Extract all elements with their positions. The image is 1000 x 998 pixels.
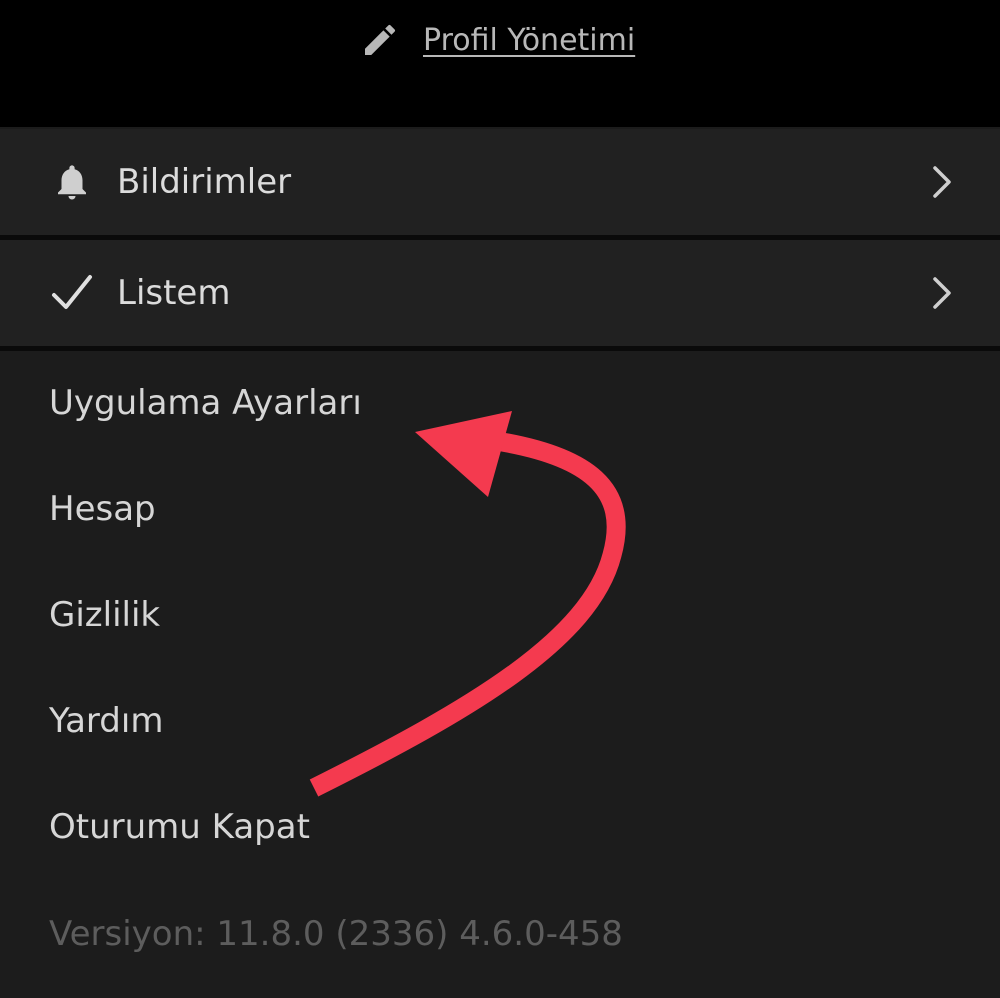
sign-out-item[interactable]: Oturumu Kapat	[49, 807, 310, 847]
privacy-item[interactable]: Gizlilik	[49, 595, 160, 635]
chevron-right-icon	[928, 273, 956, 313]
app-settings-item[interactable]: Uygulama Ayarları	[49, 383, 362, 423]
profile-manage-label: Profil Yönetimi	[423, 22, 636, 58]
chevron-right-icon	[928, 162, 956, 202]
profile-manage-link[interactable]: Profil Yönetimi	[360, 18, 635, 62]
bell-icon	[50, 160, 94, 204]
notifications-label: Bildirimler	[117, 162, 292, 202]
notifications-row[interactable]: Bildirimler	[0, 129, 1000, 235]
help-item[interactable]: Yardım	[49, 701, 163, 741]
divider	[0, 346, 1000, 351]
my-list-label: Listem	[117, 273, 231, 313]
account-item[interactable]: Hesap	[49, 489, 156, 529]
top-bar: Profil Yönetimi	[0, 0, 1000, 127]
pencil-icon	[360, 20, 400, 60]
checkmark-icon	[50, 271, 94, 315]
version-text: Versiyon: 11.8.0 (2336) 4.6.0-458	[49, 914, 623, 954]
my-list-row[interactable]: Listem	[0, 240, 1000, 346]
